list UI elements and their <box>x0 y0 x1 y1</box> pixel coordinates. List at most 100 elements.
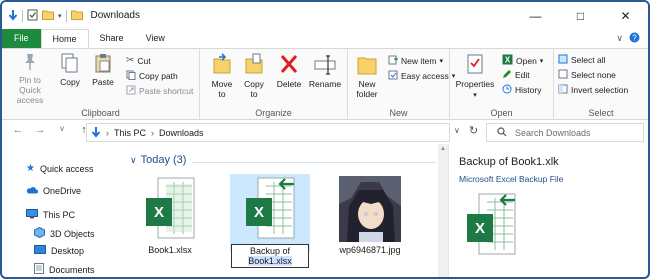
paste-shortcut-button[interactable]: Paste shortcut <box>126 85 193 97</box>
divider <box>65 9 67 22</box>
group-header-today[interactable]: ∨ Today (3) <box>130 154 436 166</box>
sidebar-item-label: Documents <box>49 264 95 275</box>
tab-share[interactable]: Share <box>89 29 135 48</box>
rename-button[interactable]: Rename <box>308 53 342 89</box>
pin-to-quick-access-button[interactable]: Pin to Quick access <box>8 53 52 105</box>
new-group-label: New <box>389 108 408 118</box>
search-box[interactable]: Search Downloads <box>486 123 644 142</box>
new-folder-button[interactable]: New folder <box>352 53 382 99</box>
search-icon <box>497 126 507 139</box>
file-item-selected[interactable]: X Backup of Book1.xlsx <box>230 174 310 268</box>
copy-path-button[interactable]: Copy path <box>126 70 178 82</box>
svg-text:?: ? <box>632 33 637 42</box>
pin-label-line1: Pin to Quick <box>19 75 41 95</box>
invert-selection-icon <box>558 84 568 96</box>
file-item[interactable]: wp6946871.jpg <box>330 174 410 255</box>
properties-label: Properties <box>455 79 495 89</box>
move-to-line2: to <box>218 89 226 99</box>
image-thumbnail <box>339 176 401 242</box>
window-controls: — □ ✕ <box>513 2 648 29</box>
divider <box>192 162 436 163</box>
select-all-button[interactable]: Select all <box>558 54 606 66</box>
tab-home[interactable]: Home <box>40 29 89 48</box>
rename-label: Rename <box>308 79 342 89</box>
copy-button[interactable]: Copy <box>56 53 84 87</box>
edit-button[interactable]: Edit <box>502 69 530 81</box>
open-button[interactable]: X Open ▾ <box>502 54 543 67</box>
vertical-scrollbar[interactable]: ▲ <box>438 144 448 277</box>
recent-chevron-icon[interactable]: ∨ <box>54 124 70 136</box>
history-label: History <box>515 85 542 95</box>
sidebar-item-documents[interactable]: Documents <box>34 263 95 276</box>
chevron-down-icon[interactable]: ∨ <box>616 33 623 44</box>
sidebar-item-onedrive[interactable]: OneDrive <box>26 186 81 196</box>
copy-path-label: Copy path <box>139 71 178 81</box>
delete-label: Delete <box>276 79 302 89</box>
paste-button[interactable]: Paste <box>88 53 118 87</box>
search-placeholder: Search Downloads <box>515 127 591 138</box>
help-icon[interactable]: ? <box>629 32 640 45</box>
move-to-line1: Move <box>211 79 233 89</box>
maximize-button[interactable]: □ <box>558 2 603 29</box>
window-title: Downloads <box>90 10 140 21</box>
forward-arrow-icon[interactable]: → <box>32 124 48 136</box>
sidebar-item-desktop[interactable]: Desktop <box>34 245 84 257</box>
breadcrumb-downloads[interactable]: Downloads <box>159 128 204 138</box>
paste-label: Paste <box>92 77 114 87</box>
properties-check-icon[interactable] <box>27 9 38 23</box>
new-folder-icon[interactable] <box>42 9 54 22</box>
tab-view[interactable]: View <box>135 29 176 48</box>
cut-button[interactable]: ✂ Cut <box>126 55 151 66</box>
move-to-button[interactable]: Move to <box>208 53 236 99</box>
invert-selection-button[interactable]: Invert selection <box>558 84 628 96</box>
file-item[interactable]: X Book1.xlsx <box>130 174 210 255</box>
easy-access-button[interactable]: Easy access ▾ <box>388 70 455 82</box>
rename-text-line2: Book1.xlsx <box>248 256 292 266</box>
new-folder-big-icon <box>352 53 382 77</box>
star-icon: ★ <box>26 163 35 174</box>
sidebar-item-this-pc[interactable]: This PC <box>26 209 75 221</box>
close-button[interactable]: ✕ <box>603 2 648 29</box>
history-button[interactable]: History <box>502 84 541 96</box>
path-separator-icon: › <box>106 127 109 138</box>
easy-access-label: Easy access <box>401 71 449 81</box>
dropdown-icon[interactable]: ▾ <box>58 12 62 20</box>
file-name: Book1.xlsx <box>148 245 192 255</box>
scroll-up-arrow-icon[interactable]: ▲ <box>440 146 446 152</box>
new-item-button[interactable]: New item ▾ <box>388 55 443 67</box>
excel-icon: X <box>502 54 513 67</box>
properties-icon <box>454 53 496 77</box>
group-heading-label: Today (3) <box>140 154 187 166</box>
rename-text-line1: Backup of <box>249 246 291 256</box>
sidebar-item-quick-access[interactable]: ★ Quick access <box>26 163 94 174</box>
history-clock-icon <box>502 84 512 96</box>
minimize-button[interactable]: — <box>513 2 558 29</box>
tab-file[interactable]: File <box>2 29 41 48</box>
select-none-button[interactable]: Select none <box>558 69 616 81</box>
rename-textbox[interactable]: Backup of Book1.xlsx <box>231 244 309 268</box>
svg-text:X: X <box>475 220 485 237</box>
organize-group: Move to Copy to Delete Rename Organize <box>200 49 348 121</box>
cloud-icon <box>26 186 38 196</box>
breadcrumb-this-pc[interactable]: This PC <box>114 128 146 138</box>
sidebar-item-label: Desktop <box>51 246 85 256</box>
edit-pencil-icon <box>502 69 512 81</box>
copy-to-button[interactable]: Copy to <box>240 53 268 99</box>
clipboard-group-label: Clipboard <box>81 108 120 118</box>
clipboard-icon <box>88 53 118 75</box>
copy-to-line1: Copy <box>244 79 264 89</box>
select-none-label: Select none <box>571 70 616 80</box>
chevron-down-icon: ▾ <box>539 57 544 65</box>
excel-file-icon: X <box>144 176 196 242</box>
address-bar[interactable]: › This PC › Downloads <box>86 123 450 142</box>
delete-button[interactable]: Delete <box>274 53 304 89</box>
address-dropdown-icon[interactable]: ∨ <box>454 126 460 135</box>
new-item-icon <box>388 55 398 67</box>
properties-button[interactable]: Properties ▾ <box>454 53 496 101</box>
refresh-icon[interactable]: ↻ <box>469 124 478 137</box>
navigation-bar: ← → ∨ ↑ › This PC › Downloads ∨ ↻ Search… <box>2 120 648 144</box>
back-arrow-icon[interactable]: ← <box>10 124 26 136</box>
select-all-icon <box>558 54 568 66</box>
sidebar-item-3d-objects[interactable]: 3D Objects <box>34 226 95 240</box>
down-arrow-icon[interactable] <box>8 9 18 23</box>
